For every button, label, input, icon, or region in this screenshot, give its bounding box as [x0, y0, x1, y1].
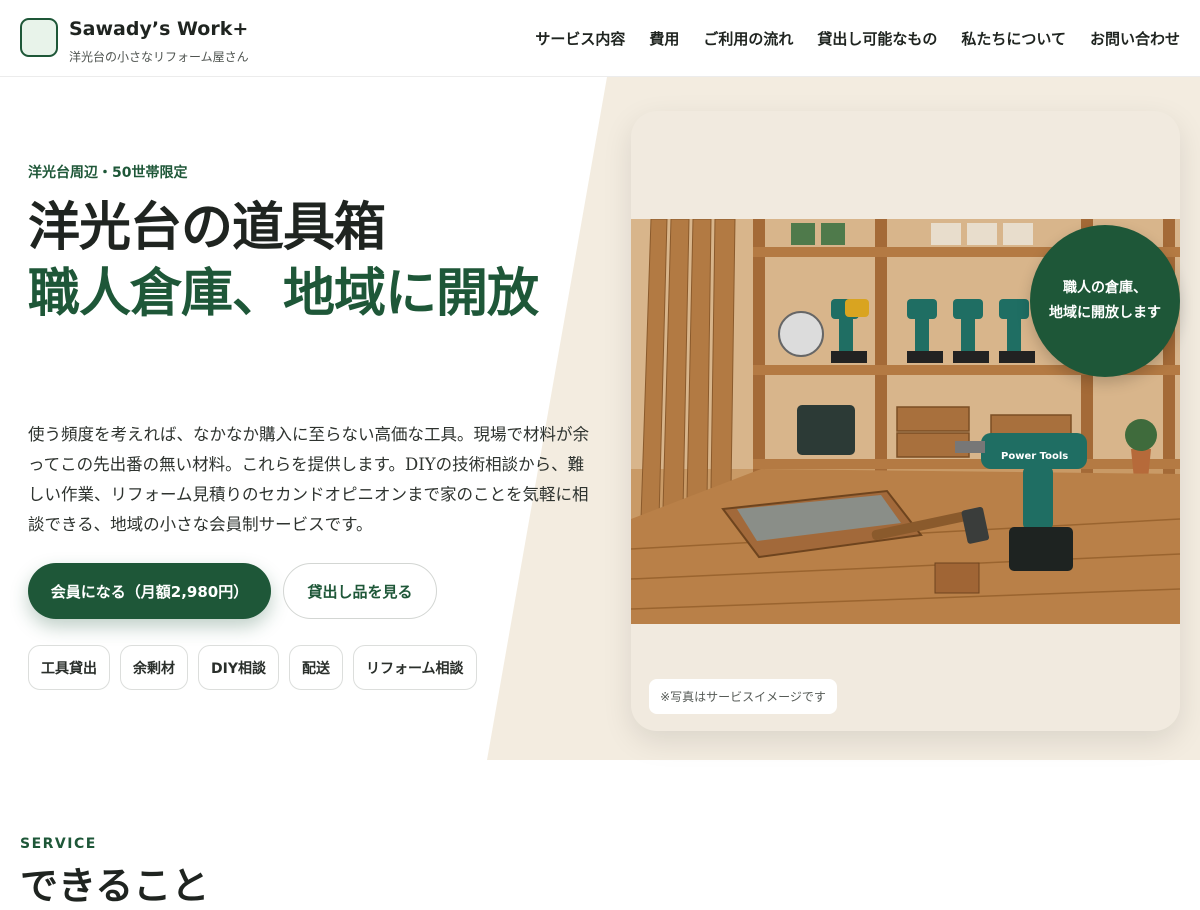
badge-line-2: 地域に開放します [1049, 305, 1161, 321]
join-membership-button[interactable]: 会員になる（月額2,980円） [28, 563, 271, 619]
service-title: できること [20, 863, 210, 908]
nav-link-services[interactable]: サービス内容 [535, 28, 625, 49]
headline-line-1: 洋光台の道具箱 [28, 197, 386, 258]
hero-lead: 使う頻度を考えれば、なかなか購入に至らない高価な工具。現場で材料が余ってこの先出… [28, 425, 589, 534]
nav-link-rentals[interactable]: 貸出し可能なもの [817, 28, 937, 49]
hero-badge: 職人の倉庫、 地域に開放します [1030, 225, 1180, 377]
service-eyebrow: SERVICE [20, 836, 97, 852]
hero-headline: 洋光台の道具箱 職人倉庫、地域に開放 [28, 195, 588, 327]
logo-icon[interactable] [20, 18, 58, 57]
brand-tagline: 洋光台の小さなリフォーム屋さん [69, 50, 249, 64]
tag-tool-rental[interactable]: 工具貸出 [28, 645, 110, 690]
tag-delivery[interactable]: 配送 [288, 645, 343, 690]
hero-section: 洋光台周辺・50世帯限定 洋光台の道具箱 職人倉庫、地域に開放 使う頻度を考えれ… [0, 77, 1200, 760]
tag-reform-consult[interactable]: リフォーム相談 [352, 645, 477, 690]
drill-brand-text: Power Tools [1001, 451, 1068, 462]
nav-link-pricing[interactable]: 費用 [649, 28, 679, 49]
hero-eyebrow: 洋光台周辺・50世帯限定 [28, 165, 188, 181]
view-rentals-button[interactable]: 貸出し品を見る [283, 563, 437, 619]
tag-surplus-material[interactable]: 余剰材 [120, 645, 188, 690]
nav-link-flow[interactable]: ご利用の流れ [703, 28, 793, 49]
site-header: Sawady’s Work+ 洋光台の小さなリフォーム屋さん サービス内容 費用… [0, 0, 1200, 77]
hero-image-card: Power Tools [631, 111, 1180, 731]
badge-line-1: 職人の倉庫、 [1063, 280, 1147, 296]
nav-link-contact[interactable]: お問い合わせ [1090, 28, 1180, 49]
service-tags: 工具貸出 余剰材 DIY相談 配送 リフォーム相談 [28, 645, 477, 690]
nav-link-about[interactable]: 私たちについて [961, 28, 1066, 49]
main-nav: サービス内容 費用 ご利用の流れ 貸出し可能なもの 私たちについて お問い合わせ [535, 28, 1180, 49]
brand-name[interactable]: Sawady’s Work+ [69, 18, 248, 40]
tag-diy-consult[interactable]: DIY相談 [198, 645, 279, 690]
photo-caption: ※写真はサービスイメージです [649, 679, 837, 714]
headline-line-2: 職人倉庫、地域に開放 [28, 263, 539, 324]
